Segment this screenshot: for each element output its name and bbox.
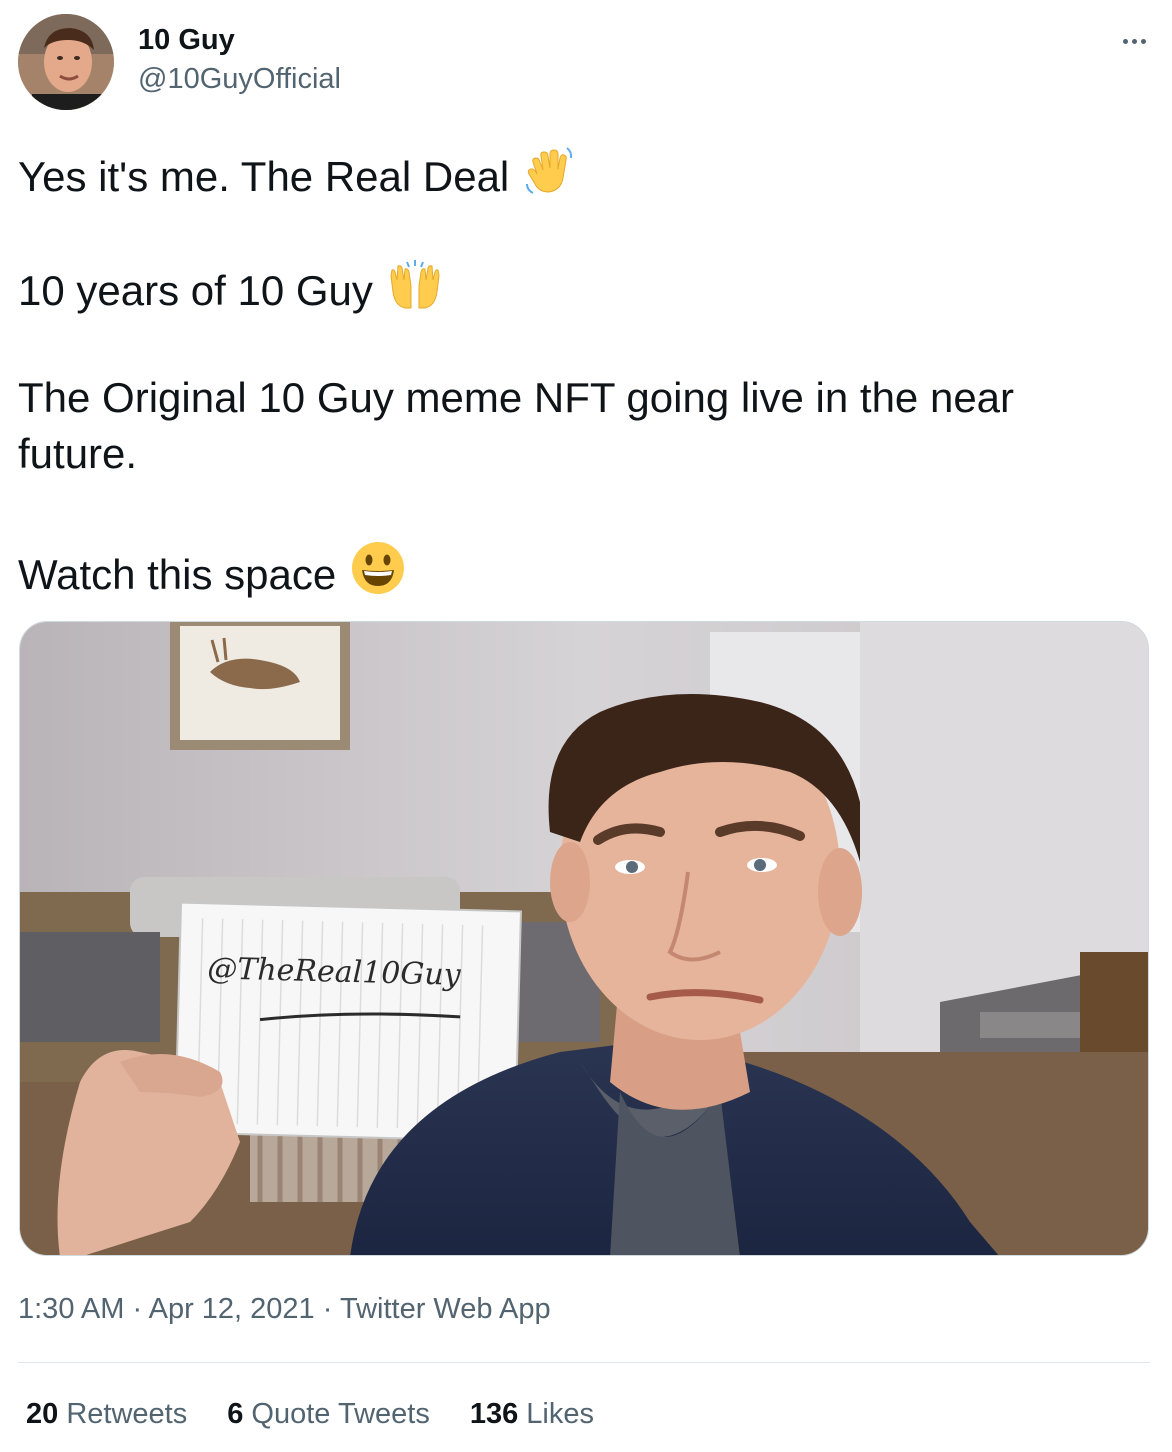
quote-tweets-count: 6 (227, 1398, 244, 1430)
raising-hands-icon (387, 258, 443, 324)
tweet-paragraph-3-line-1: The Original 10 Guy meme NFT going live … (18, 374, 1015, 421)
divider (18, 1362, 1150, 1363)
avatar[interactable] (18, 14, 114, 110)
tweet-time[interactable]: 1:30 AM (18, 1293, 124, 1325)
quote-tweets-stat[interactable]: 6 Quote Tweets (227, 1398, 430, 1431)
sign-text: @TheReal10Guy (207, 951, 462, 993)
tweet-paragraph-3-line-2: future. (18, 430, 138, 477)
likes-stat[interactable]: 136 Likes (470, 1398, 594, 1431)
tweet-line-4: Watch this space (18, 540, 406, 610)
retweets-label: Retweets (66, 1398, 188, 1430)
waving-hand-icon (523, 144, 575, 210)
author-names: 10 Guy @10GuyOfficial (138, 22, 341, 99)
retweets-count: 20 (26, 1398, 59, 1430)
quote-tweets-label: Quote Tweets (251, 1398, 430, 1430)
tweet-line-2: 10 years of 10 Guy (18, 258, 443, 324)
tweet-line-3a: The Original 10 Guy meme NFT going live … (18, 370, 1014, 426)
author-display-name[interactable]: 10 Guy (138, 22, 341, 58)
tweet-source[interactable]: Twitter Web App (340, 1293, 551, 1325)
tweet-paragraph-2: 10 years of 10 Guy (18, 267, 373, 314)
grinning-face-icon (350, 540, 406, 610)
tweet-meta: 1:30 AM · Apr 12, 2021 · Twitter Web App (18, 1293, 551, 1326)
likes-count: 136 (469, 1398, 519, 1430)
meta-separator: · (322, 1293, 333, 1325)
tweet-line-1: Yes it's me. The Real Deal (18, 144, 575, 210)
tweet-paragraph-4: Watch this space (18, 551, 337, 598)
tweet-date[interactable]: Apr 12, 2021 (149, 1293, 315, 1325)
likes-label: Likes (526, 1398, 594, 1430)
tweet-header: 10 Guy @10GuyOfficial (18, 14, 1154, 110)
tweet-line-3b: future. (18, 426, 137, 482)
retweets-stat[interactable]: 20 Retweets (26, 1398, 187, 1431)
more-options-icon[interactable] (1114, 26, 1154, 56)
tweet-paragraph-1: Yes it's me. The Real Deal (18, 153, 510, 200)
tweet-photo[interactable]: @TheReal10Guy (19, 621, 1149, 1256)
meta-separator: · (132, 1293, 143, 1325)
tweet-stats: 20 Retweets 6 Quote Tweets 136 Likes (26, 1398, 594, 1431)
author-handle[interactable]: @10GuyOfficial (138, 59, 341, 99)
